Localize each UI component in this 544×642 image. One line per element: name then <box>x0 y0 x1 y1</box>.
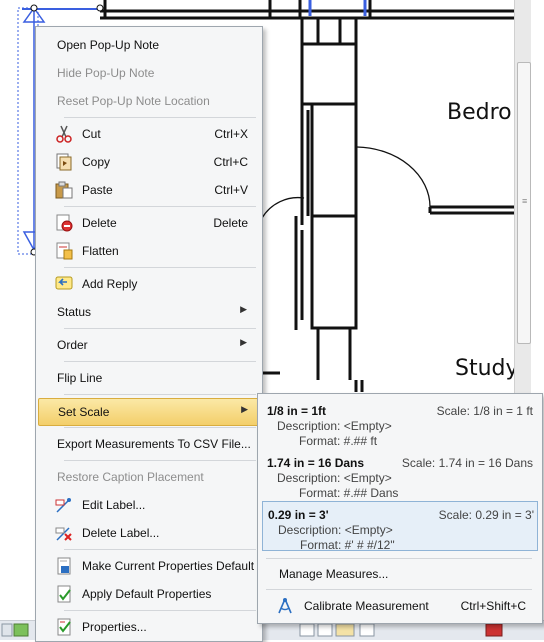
menu-item-label: Order <box>57 338 88 352</box>
submenu-separator <box>266 589 532 590</box>
make-default-icon <box>57 557 71 575</box>
menu-set-scale[interactable]: Set Scale ▶ <box>38 398 260 426</box>
menu-item-label: Add Reply <box>82 277 138 291</box>
scale-option-value: Scale: 0.29 in = 3' <box>438 508 534 522</box>
menu-hide-popup-note[interactable]: Hide Pop-Up Note <box>38 61 258 85</box>
scrollbar-thumb[interactable]: ≡ <box>517 62 531 344</box>
copy-icon <box>56 153 72 171</box>
menu-separator <box>64 427 256 428</box>
menu-item-shortcut: Ctrl+V <box>214 183 248 197</box>
menu-make-current-properties-default[interactable]: Make Current Properties Default <box>38 554 258 578</box>
menu-item-label: Set Scale <box>58 405 110 419</box>
paste-icon <box>55 181 73 199</box>
menu-item-label: Flip Line <box>57 371 103 385</box>
submenu-arrow-icon: ▶ <box>240 337 247 347</box>
set-scale-submenu: 1/8 in = 1ft Scale: 1/8 in = 1 ft Descri… <box>257 393 543 624</box>
menu-separator <box>64 206 256 207</box>
menu-properties[interactable]: Properties... <box>38 615 258 639</box>
menu-item-shortcut: Ctrl+C <box>213 155 248 169</box>
menu-restore-caption-placement[interactable]: Restore Caption Placement <box>38 465 258 489</box>
menu-export-measurements-csv[interactable]: Export Measurements To CSV File... <box>38 432 258 456</box>
apply-default-icon <box>57 585 71 603</box>
scissors-icon <box>56 125 72 143</box>
menu-status[interactable]: Status ▶ <box>38 300 258 324</box>
menu-item-label: Copy <box>82 155 111 169</box>
scale-option-description: Description: <Empty> <box>278 523 393 537</box>
menu-cut[interactable]: Cut Ctrl+X <box>38 122 258 146</box>
scale-option-format: Format: #.## Dans <box>299 486 399 500</box>
menu-separator <box>64 328 256 329</box>
menu-item-label: Cut <box>82 127 101 141</box>
scrollbar-grip-icon: ≡ <box>522 196 528 206</box>
scale-option-2[interactable]: 1.74 in = 16 Dans Scale: 1.74 in = 16 Da… <box>262 450 536 500</box>
calibrate-measurement-label: Calibrate Measurement <box>304 599 429 613</box>
flatten-icon <box>56 242 73 260</box>
calibrate-measurement-shortcut: Ctrl+Shift+C <box>460 599 526 613</box>
scale-option-description: Description: <Empty> <box>277 419 392 433</box>
menu-item-label: Open Pop-Up Note <box>57 38 160 52</box>
menu-delete-label[interactable]: Delete Label... <box>38 521 258 545</box>
menu-item-label: Paste <box>82 183 113 197</box>
scale-option-1[interactable]: 1/8 in = 1ft Scale: 1/8 in = 1 ft Descri… <box>262 398 536 448</box>
scale-option-description: Description: <Empty> <box>277 471 392 485</box>
menu-reset-popup-note-location[interactable]: Reset Pop-Up Note Location <box>38 89 258 113</box>
room-label-bedroom: Bedro <box>447 100 512 125</box>
menu-item-label: Make Current Properties Default <box>82 559 255 573</box>
scale-option-format: Format: #.## ft <box>299 434 378 448</box>
calibrate-icon <box>278 598 292 614</box>
menu-item-shortcut: Ctrl+X <box>214 127 248 141</box>
scale-option-name: 1/8 in = 1ft <box>267 404 327 418</box>
menu-apply-default-properties[interactable]: Apply Default Properties <box>38 582 258 606</box>
reply-icon <box>55 276 73 290</box>
menu-order[interactable]: Order ▶ <box>38 333 258 357</box>
menu-item-label: Delete Label... <box>82 526 160 540</box>
menu-separator <box>64 361 256 362</box>
calibrate-measurement-item[interactable]: Calibrate Measurement Ctrl+Shift+C <box>262 594 536 618</box>
menu-item-label: Reset Pop-Up Note Location <box>57 94 210 108</box>
menu-item-label: Status <box>57 305 92 319</box>
menu-item-label: Hide Pop-Up Note <box>57 66 155 80</box>
menu-item-shortcut: Delete <box>213 216 248 230</box>
menu-separator <box>64 394 256 395</box>
menu-separator <box>64 117 256 118</box>
scale-option-3[interactable]: 0.29 in = 3' Scale: 0.29 in = 3' Descrip… <box>262 501 538 552</box>
menu-copy[interactable]: Copy Ctrl+C <box>38 150 258 174</box>
scale-option-value: Scale: 1/8 in = 1 ft <box>436 404 533 418</box>
delete-icon <box>56 214 73 232</box>
menu-edit-label[interactable]: Edit Label... <box>38 493 258 517</box>
scale-option-name: 0.29 in = 3' <box>268 508 329 522</box>
menu-separator <box>64 610 256 611</box>
scale-option-value: Scale: 1.74 in = 16 Dans <box>401 456 533 470</box>
menu-item-label: Apply Default Properties <box>82 587 212 601</box>
menu-item-label: Export Measurements To CSV File... <box>57 437 251 451</box>
room-label-study: Study <box>455 356 519 381</box>
menu-separator <box>64 460 256 461</box>
menu-flip-line[interactable]: Flip Line <box>38 366 258 390</box>
submenu-arrow-icon: ▶ <box>240 304 247 314</box>
scale-option-name: 1.74 in = 16 Dans <box>267 456 365 470</box>
menu-flatten[interactable]: Flatten <box>38 239 258 263</box>
menu-delete[interactable]: Delete Delete <box>38 211 258 235</box>
menu-item-label: Delete <box>82 216 117 230</box>
menu-item-label: Flatten <box>82 244 119 258</box>
manage-measures-label: Manage Measures... <box>279 567 389 581</box>
submenu-separator <box>266 558 532 559</box>
scale-option-format: Format: #' # #/12" <box>300 538 395 552</box>
submenu-arrow-icon: ▶ <box>241 404 248 414</box>
context-menu: Open Pop-Up Note Hide Pop-Up Note Reset … <box>35 26 263 642</box>
manage-measures-item[interactable]: Manage Measures... <box>262 562 536 586</box>
delete-label-icon <box>55 527 72 541</box>
menu-add-reply[interactable]: Add Reply <box>38 272 258 296</box>
menu-item-label: Properties... <box>82 620 147 634</box>
menu-open-popup-note[interactable]: Open Pop-Up Note <box>38 33 258 57</box>
menu-paste[interactable]: Paste Ctrl+V <box>38 178 258 202</box>
menu-separator <box>64 267 256 268</box>
menu-separator <box>64 549 256 550</box>
menu-item-label: Edit Label... <box>82 498 146 512</box>
edit-label-icon <box>55 498 71 513</box>
menu-item-label: Restore Caption Placement <box>57 470 204 484</box>
properties-icon <box>57 618 71 636</box>
